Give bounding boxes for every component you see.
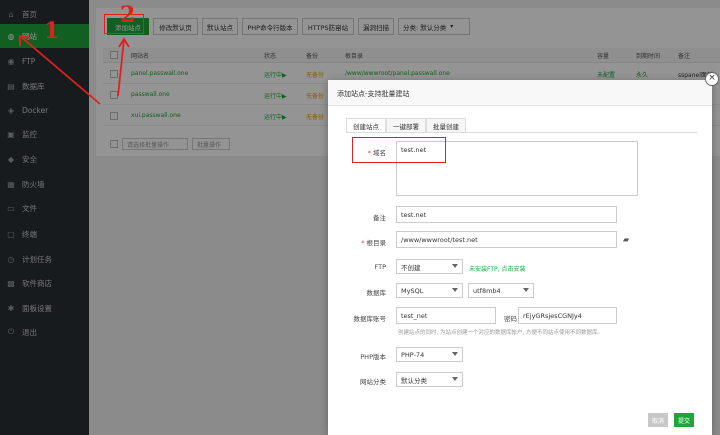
annotation-two: 2	[120, 2, 136, 28]
watermark: 知乎 @吾道不孤	[541, 395, 659, 414]
annotation-one: 1	[44, 18, 60, 44]
arrow-one-line	[19, 35, 101, 105]
arrow-two-line	[117, 39, 125, 97]
annotation-arrows	[19, 34, 130, 105]
